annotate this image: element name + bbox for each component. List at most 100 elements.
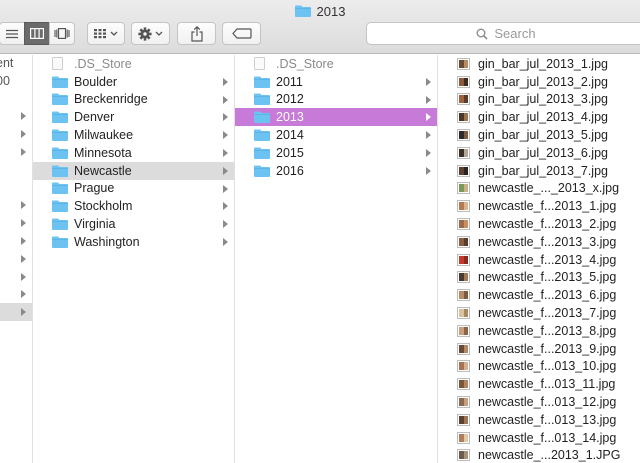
folder-item-2016[interactable]: 2016	[235, 162, 437, 180]
image-thumbnail-icon	[457, 413, 470, 426]
list-item[interactable]	[0, 125, 32, 143]
window-title-text: 2013	[316, 3, 346, 19]
folder-item-2011[interactable]: 2011	[235, 73, 437, 91]
action-button[interactable]	[131, 22, 170, 45]
list-item[interactable]	[0, 196, 32, 214]
view-mode-control	[0, 22, 75, 45]
image-thumbnail-icon	[457, 111, 470, 124]
folder-item-washington[interactable]: Washington	[33, 233, 234, 251]
file-item[interactable]: gin_bar_jul_2013_1.jpg	[438, 55, 640, 73]
chevron-right-icon	[223, 113, 228, 122]
chevron-right-icon	[223, 148, 228, 157]
chevron-right-icon	[426, 113, 431, 122]
list-item[interactable]	[0, 285, 32, 303]
chevron-right-icon	[21, 254, 26, 263]
list-item[interactable]	[0, 161, 32, 179]
folder-icon	[52, 129, 68, 142]
tag-icon	[231, 28, 252, 39]
list-item[interactable]	[0, 232, 32, 250]
list-item[interactable]	[0, 268, 32, 286]
image-thumbnail-icon	[457, 164, 470, 177]
file-item[interactable]: newcastle_f...2013_5.jpg	[438, 269, 640, 287]
column-view-button[interactable]	[24, 22, 50, 45]
folder-item-breckenridge[interactable]: Breckenridge	[33, 91, 234, 109]
arrange-button[interactable]	[87, 22, 125, 45]
file-item[interactable]: newcastle_f...2013_9.jpg	[438, 340, 640, 358]
image-thumbnail-icon	[457, 75, 470, 88]
file-item[interactable]: newcastle_f...2013_3.jpg	[438, 233, 640, 251]
folder-icon	[254, 147, 270, 159]
folder-item-prague[interactable]: Prague	[33, 180, 234, 198]
file-item[interactable]: newcastle_..._2013_x.jpg	[438, 180, 640, 198]
list-item[interactable]	[0, 107, 32, 125]
list-item[interactable]	[0, 179, 32, 197]
list-item[interactable]	[0, 303, 32, 321]
share-button[interactable]	[177, 22, 216, 45]
folder-item-minnesota[interactable]: Minnesota	[33, 144, 234, 162]
list-item-ds-store[interactable]: .DS_Store	[33, 55, 234, 73]
file-item[interactable]: gin_bar_jul_2013_7.jpg	[438, 162, 640, 180]
folder-item-newcastle[interactable]: Newcastle	[33, 161, 234, 180]
coverflow-view-button[interactable]	[49, 22, 75, 45]
list-item[interactable]	[0, 250, 32, 268]
file-item[interactable]: newcastle_f...2013_8.jpg	[438, 322, 640, 340]
file-item[interactable]: newcastle_f...2013_1.jpg	[438, 197, 640, 215]
list-item[interactable]	[0, 214, 32, 232]
chevron-right-icon	[21, 130, 26, 139]
folder-item-milwaukee[interactable]: Milwaukee	[33, 126, 234, 144]
search-placeholder: Search	[494, 26, 536, 41]
folder-icon	[254, 165, 270, 177]
folder-item-2013[interactable]: 2013	[235, 108, 437, 127]
chevron-right-icon	[426, 166, 431, 175]
image-thumbnail-icon	[457, 449, 470, 462]
file-item[interactable]: gin_bar_jul_2013_2.jpg	[438, 73, 640, 91]
file-item[interactable]: newcastle_f...2013_2.jpg	[438, 215, 640, 233]
file-item[interactable]: newcastle_f...013_11.jpg	[438, 375, 640, 393]
folder-item-2014[interactable]: 2014	[235, 126, 437, 144]
chevron-right-icon	[21, 219, 26, 228]
folder-icon	[52, 165, 68, 177]
folder-item-virginia[interactable]: Virginia	[33, 215, 234, 233]
list-view-button[interactable]	[0, 22, 25, 45]
list-item-ds-store[interactable]: .DS_Store	[235, 55, 437, 73]
chevron-right-icon	[21, 201, 26, 210]
list-item[interactable]	[0, 143, 32, 161]
file-item[interactable]: gin_bar_jul_2013_5.jpg	[438, 126, 640, 144]
file-item[interactable]: gin_bar_jul_2013_3.jpg	[438, 91, 640, 109]
file-item[interactable]: newcastle_f...2013_6.jpg	[438, 286, 640, 304]
search-field[interactable]: Search	[366, 22, 640, 45]
chevron-right-icon	[223, 237, 228, 246]
file-item[interactable]: newcastle_...2013_1.JPG	[438, 447, 640, 463]
column-2[interactable]: .DS_Store Boulder Breckenridge Denver Mi…	[33, 55, 235, 463]
image-thumbnail-icon	[457, 396, 470, 409]
folder-item-denver[interactable]: Denver	[33, 108, 234, 126]
document-icon	[254, 57, 265, 71]
folder-item-2015[interactable]: 2015	[235, 144, 437, 162]
list-view-icon	[6, 29, 18, 38]
list-item[interactable]	[0, 90, 32, 108]
list-item[interactable]: 00	[0, 72, 32, 90]
folder-item-boulder[interactable]: Boulder	[33, 73, 234, 91]
column-4[interactable]: gin_bar_jul_2013_1.jpg gin_bar_jul_2013_…	[438, 55, 640, 463]
file-item[interactable]: newcastle_f...2013_4.jpg	[438, 251, 640, 269]
chevron-right-icon	[223, 184, 228, 193]
file-item[interactable]: newcastle_f...013_13.jpg	[438, 411, 640, 429]
list-item[interactable]: ent	[0, 55, 32, 72]
chevron-right-icon	[426, 95, 431, 104]
file-item[interactable]: newcastle_f...013_12.jpg	[438, 393, 640, 411]
column-3[interactable]: .DS_Store 2011 2012 2013 2014 2015 2016	[235, 55, 438, 463]
file-item[interactable]: newcastle_f...013_14.jpg	[438, 429, 640, 447]
folder-icon	[254, 76, 270, 88]
file-item[interactable]: gin_bar_jul_2013_6.jpg	[438, 144, 640, 162]
gear-icon	[137, 26, 162, 41]
chevron-right-icon	[21, 308, 26, 317]
file-item[interactable]: newcastle_f...013_10.jpg	[438, 358, 640, 376]
column-1[interactable]: ent 00	[0, 55, 33, 463]
folder-item-stockholm[interactable]: Stockholm	[33, 197, 234, 215]
tag-button[interactable]	[222, 22, 261, 45]
folder-icon	[52, 111, 68, 124]
chevron-right-icon	[426, 131, 431, 140]
folder-item-2012[interactable]: 2012	[235, 91, 437, 109]
file-item[interactable]: gin_bar_jul_2013_4.jpg	[438, 108, 640, 126]
file-item[interactable]: newcastle_f...2013_7.jpg	[438, 304, 640, 322]
